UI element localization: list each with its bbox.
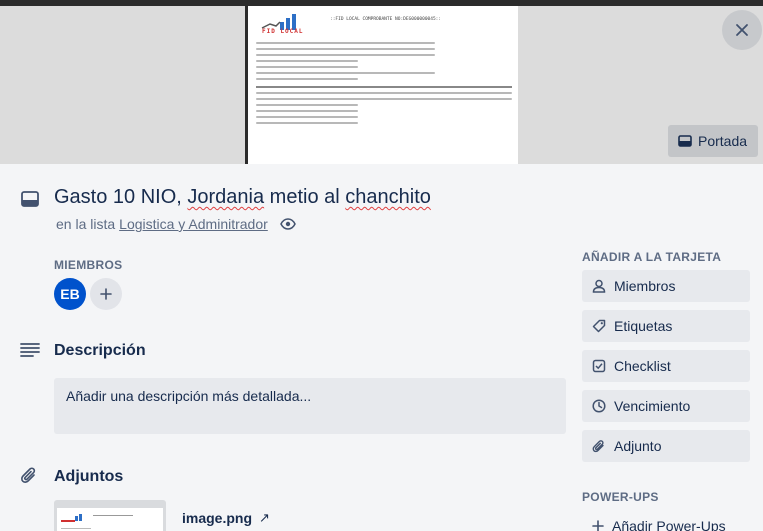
doc-logo-text: FID LOCAL bbox=[262, 28, 304, 35]
description-heading: Descripción bbox=[54, 342, 146, 359]
description-input[interactable]: Añadir una descripción más detallada... bbox=[54, 378, 566, 434]
add-powerups-button[interactable]: Añadir Power-Ups bbox=[582, 512, 750, 531]
plus-icon bbox=[592, 520, 604, 531]
sidebar-button-members[interactable]: Miembros bbox=[582, 270, 750, 302]
attachments-heading: Adjuntos bbox=[54, 468, 124, 485]
powerups-label: POWER-UPS bbox=[582, 490, 659, 504]
attachment-name[interactable]: image.png bbox=[182, 510, 252, 526]
card-title-part: metio al bbox=[264, 186, 346, 208]
sidebar-button-label: Checklist bbox=[614, 358, 671, 374]
list-info: en la lista Logistica y Adminitrador bbox=[56, 216, 298, 232]
members-label: MIEMBROS bbox=[54, 258, 123, 272]
attachment-thumbnail-image bbox=[57, 508, 163, 531]
sidebar-button-labels[interactable]: Etiquetas bbox=[582, 310, 750, 342]
cover-button-label: Portada bbox=[698, 133, 748, 149]
checkbox-icon bbox=[592, 359, 606, 373]
card-icon bbox=[678, 135, 692, 147]
plus-icon bbox=[100, 288, 112, 300]
close-icon bbox=[736, 24, 748, 36]
external-link-icon[interactable]: ↗ bbox=[259, 510, 270, 526]
sidebar-button-label: Adjunto bbox=[614, 438, 662, 454]
cover-image[interactable]: FID LOCAL ::FID LOCAL COMPROBANTE NO:DEG… bbox=[245, 6, 518, 164]
paperclip-icon bbox=[21, 467, 36, 483]
description-icon bbox=[20, 343, 40, 357]
doc-body bbox=[256, 42, 512, 128]
add-to-card-label: AÑADIR A LA TARJETA bbox=[582, 250, 722, 264]
card-title[interactable]: Gasto 10 NIO, Jordania metio al chanchit… bbox=[54, 186, 431, 209]
list-prefix: en la lista bbox=[56, 216, 116, 232]
sidebar-button-label: Vencimiento bbox=[614, 398, 691, 414]
eye-icon[interactable] bbox=[279, 217, 298, 231]
add-member-button[interactable] bbox=[90, 278, 122, 310]
person-icon bbox=[592, 279, 606, 293]
card-title-icon bbox=[21, 191, 39, 207]
card-cover: FID LOCAL ::FID LOCAL COMPROBANTE NO:DEG… bbox=[0, 0, 763, 164]
sidebar-button-due-date[interactable]: Vencimiento bbox=[582, 390, 750, 422]
card-title-part: chanchito bbox=[345, 186, 431, 208]
sidebar-button-attachment[interactable]: Adjunto bbox=[582, 430, 750, 462]
sidebar-button-label: Etiquetas bbox=[614, 318, 673, 334]
attachment-thumbnail[interactable] bbox=[54, 500, 166, 531]
avatar[interactable]: EB bbox=[54, 278, 86, 310]
tag-icon bbox=[592, 319, 606, 333]
card-title-part: Gasto 10 NIO, bbox=[54, 186, 188, 208]
paperclip-icon bbox=[592, 440, 604, 453]
card-title-part: Jordania bbox=[187, 186, 265, 208]
sidebar-button-checklist[interactable]: Checklist bbox=[582, 350, 750, 382]
doc-header: ::FID LOCAL COMPROBANTE NO:DEG000000045:… bbox=[330, 17, 442, 22]
close-button[interactable] bbox=[722, 10, 762, 50]
list-link[interactable]: Logistica y Adminitrador bbox=[119, 216, 268, 232]
sidebar-button-label: Miembros bbox=[614, 278, 676, 294]
clock-icon bbox=[592, 399, 606, 413]
add-powerups-label: Añadir Power-Ups bbox=[612, 518, 726, 531]
cover-button[interactable]: Portada bbox=[668, 125, 758, 157]
